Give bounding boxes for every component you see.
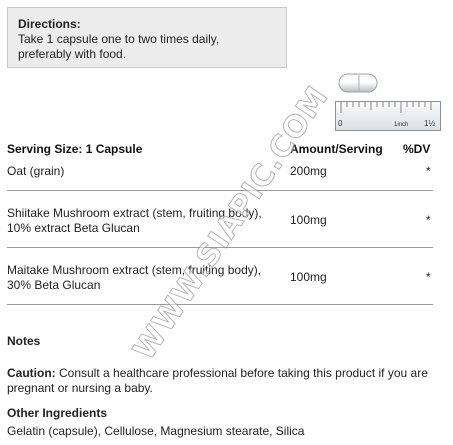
row-divider xyxy=(7,190,433,191)
ruler-icon: 0 1inch 1½ xyxy=(335,101,441,131)
directions-line-1: Take 1 capsule one to two times daily, xyxy=(18,32,220,46)
daily-value-header: %DV xyxy=(403,142,431,156)
table-row: Shiitake Mushroom extract (stem, fruitin… xyxy=(7,206,262,236)
amount-per-serving-header: Amount/Serving xyxy=(290,142,383,156)
ingredient-dv: * xyxy=(426,270,431,284)
ingredient-name: Oat (grain) xyxy=(7,164,65,178)
directions-line-2: preferably with food. xyxy=(18,47,127,61)
notes-heading: Notes xyxy=(7,334,41,348)
other-ingredients-heading: Other Ingredients xyxy=(7,406,108,420)
ingredient-name: Shiitake Mushroom extract (stem, fruitin… xyxy=(7,206,262,220)
table-row: Maitake Mushroom extract (stem, fruiting… xyxy=(7,263,261,293)
directions-panel: Directions: Take 1 capsule one to two ti… xyxy=(7,7,287,68)
ruler-last-label: 1½ xyxy=(424,119,435,128)
capsule-icon xyxy=(338,72,378,94)
table-row: Oat (grain) xyxy=(7,164,64,179)
serving-size-header: Serving Size: 1 Capsule xyxy=(7,142,143,156)
caution-text: Caution: Consult a healthcare profession… xyxy=(7,366,447,396)
ingredient-name-line-2: 30% Beta Glucan xyxy=(7,278,101,292)
row-divider xyxy=(7,247,433,248)
ruler-unit-label: 1inch xyxy=(394,122,408,128)
ingredient-amount: 100mg xyxy=(290,213,327,227)
ingredient-dv: * xyxy=(426,213,431,227)
row-divider xyxy=(7,304,433,305)
directions-heading: Directions: xyxy=(18,17,81,31)
ingredient-name-line-2: 10% extract Beta Glucan xyxy=(7,221,140,235)
ingredient-dv: * xyxy=(426,164,431,178)
ruler-zero-label: 0 xyxy=(338,119,343,128)
ingredient-amount: 200mg xyxy=(290,164,327,178)
ingredient-name: Maitake Mushroom extract (stem, fruiting… xyxy=(7,263,262,277)
caution-body: Consult a healthcare professional before… xyxy=(7,366,428,395)
other-ingredients-text: Gelatin (capsule), Cellulose, Magnesium … xyxy=(7,424,305,438)
ingredient-amount: 100mg xyxy=(290,270,327,284)
caution-label: Caution: xyxy=(7,366,56,380)
